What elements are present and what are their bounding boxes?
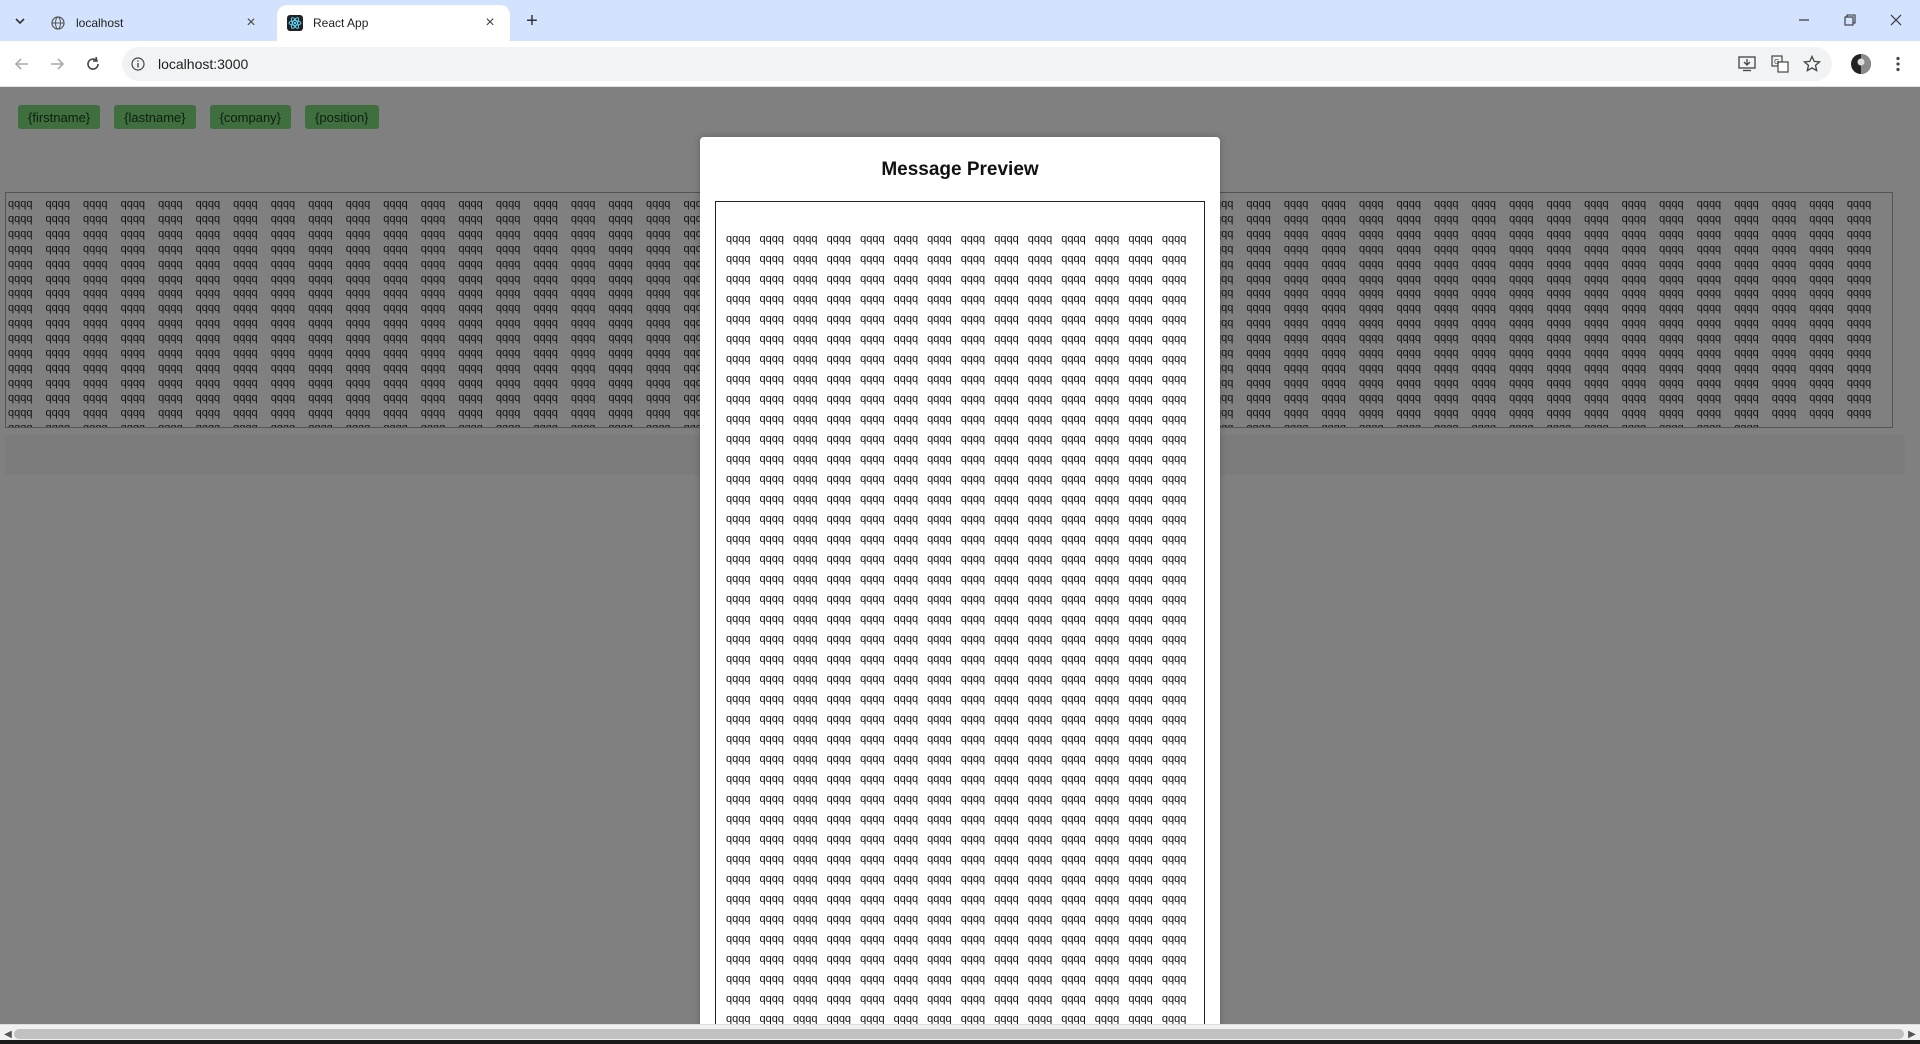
preview-line: qqqq qqqq qqqq qqqq qqqq qqqq qqqq qqqq … <box>726 933 1187 945</box>
preview-line: qqqq qqqq qqqq qqqq qqqq qqqq qqqq qqqq … <box>726 553 1187 565</box>
preview-line: qqqq qqqq qqqq qqqq qqqq qqqq qqqq qqqq … <box>726 333 1187 345</box>
message-preview-modal: Message Preview qqqq qqqq qqqq qqqq qqqq… <box>700 137 1220 1032</box>
react-logo-icon <box>287 15 303 31</box>
preview-line: qqqq qqqq qqqq qqqq qqqq qqqq qqqq qqqq … <box>726 793 1187 805</box>
token-company[interactable]: {company} <box>209 105 292 129</box>
preview-line: qqqq qqqq qqqq qqqq qqqq qqqq qqqq qqqq … <box>726 833 1187 845</box>
preview-line: qqqq qqqq qqqq qqqq qqqq qqqq qqqq qqqq … <box>726 773 1187 785</box>
reload-icon[interactable] <box>79 50 107 78</box>
preview-line: qqqq qqqq qqqq qqqq qqqq qqqq qqqq qqqq … <box>726 613 1187 625</box>
preview-line: qqqq qqqq qqqq qqqq qqqq qqqq qqqq qqqq … <box>726 893 1187 905</box>
preview-line: qqqq qqqq qqqq qqqq qqqq qqqq qqqq qqqq … <box>726 733 1187 745</box>
token-position[interactable]: {position} <box>305 105 379 129</box>
preview-line: qqqq qqqq qqqq qqqq qqqq qqqq qqqq qqqq … <box>726 413 1187 425</box>
avatar[interactable] <box>1849 52 1873 76</box>
preview-line: qqqq qqqq qqqq qqqq qqqq qqqq qqqq qqqq … <box>726 993 1187 1005</box>
preview-line: qqqq qqqq qqqq qqqq qqqq qqqq qqqq qqqq … <box>726 953 1187 965</box>
preview-line: qqqq qqqq qqqq qqqq qqqq qqqq qqqq qqqq … <box>726 313 1187 325</box>
close-window-icon[interactable] <box>1882 8 1910 32</box>
preview-line: qqqq qqqq qqqq qqqq qqqq qqqq qqqq qqqq … <box>726 913 1187 925</box>
tab-search-button[interactable] <box>8 9 32 33</box>
preview-line: qqqq qqqq qqqq qqqq qqqq qqqq qqqq qqqq … <box>726 853 1187 865</box>
preview-line: qqqq qqqq qqqq qqqq qqqq qqqq qqqq qqqq … <box>726 573 1187 585</box>
restore-icon[interactable] <box>1836 8 1864 32</box>
install-app-icon[interactable] <box>1735 52 1759 76</box>
preview-line: qqqq qqqq qqqq qqqq qqqq qqqq qqqq qqqq … <box>726 873 1187 885</box>
bookmark-star-icon[interactable] <box>1800 52 1824 76</box>
preview-line: qqqq qqqq qqqq qqqq qqqq qqqq qqqq qqqq … <box>726 273 1187 285</box>
preview-line: qqqq qqqq qqqq qqqq qqqq qqqq qqqq qqqq … <box>726 373 1187 385</box>
svg-text:G: G <box>1774 58 1779 66</box>
preview-line: qqqq qqqq qqqq qqqq qqqq qqqq qqqq qqqq … <box>726 813 1187 825</box>
chevron-down-icon <box>15 18 25 25</box>
preview-line: qqqq qqqq qqqq qqqq qqqq qqqq qqqq qqqq … <box>726 433 1187 445</box>
back-icon[interactable] <box>8 50 36 78</box>
preview-line: qqqq qqqq qqqq qqqq qqqq qqqq qqqq qqqq … <box>726 453 1187 465</box>
preview-line: qqqq qqqq qqqq qqqq qqqq qqqq qqqq qqqq … <box>726 353 1187 365</box>
tab-strip: localhost × React App × + <box>0 0 1920 41</box>
preview-line: qqqq qqqq qqqq qqqq qqqq qqqq qqqq qqqq … <box>726 233 1187 245</box>
preview-line: qqqq qqqq qqqq qqqq qqqq qqqq qqqq qqqq … <box>726 393 1187 405</box>
taskbar-edge <box>0 1040 1920 1044</box>
browser-toolbar: localhost:3000 G <box>0 41 1920 87</box>
preview-line: qqqq qqqq qqqq qqqq qqqq qqqq qqqq qqqq … <box>726 713 1187 725</box>
tab-localhost[interactable]: localhost × <box>40 5 271 41</box>
translate-icon[interactable]: G <box>1768 52 1792 76</box>
close-tab-icon[interactable]: × <box>241 13 261 33</box>
preview-line: qqqq qqqq qqqq qqqq qqqq qqqq qqqq qqqq … <box>726 293 1187 305</box>
token-firstname[interactable]: {firstname} <box>18 105 101 129</box>
preview-line: qqqq qqqq qqqq qqqq qqqq qqqq qqqq qqqq … <box>726 473 1187 485</box>
preview-line: qqqq qqqq qqqq qqqq qqqq qqqq qqqq qqqq … <box>726 653 1187 665</box>
site-info-icon[interactable] <box>130 56 146 72</box>
preview-line: qqqq qqqq qqqq qqqq qqqq qqqq qqqq qqqq … <box>726 533 1187 545</box>
tab-title: localhost <box>76 16 124 30</box>
preview-line: qqqq qqqq qqqq qqqq qqqq qqqq qqqq qqqq … <box>726 973 1187 985</box>
minimize-icon[interactable] <box>1790 8 1818 32</box>
forward-icon[interactable] <box>43 50 71 78</box>
tab-react-app[interactable]: React App × <box>277 5 510 41</box>
preview-line: qqqq qqqq qqqq qqqq qqqq qqqq qqqq qqqq … <box>726 633 1187 645</box>
scrollbar-thumb[interactable] <box>14 1029 1904 1039</box>
tab-title: React App <box>313 16 369 30</box>
scroll-left-icon[interactable]: ◀ <box>2 1028 14 1040</box>
preview-line: qqqq qqqq qqqq qqqq qqqq qqqq qqqq qqqq … <box>726 753 1187 765</box>
close-tab-icon[interactable]: × <box>480 13 500 33</box>
more-menu-icon[interactable] <box>1886 52 1910 76</box>
preview-line: qqqq qqqq qqqq qqqq qqqq qqqq qqqq qqqq … <box>726 593 1187 605</box>
scroll-right-icon[interactable]: ▶ <box>1906 1028 1918 1040</box>
preview-line: qqqq qqqq qqqq qqqq qqqq qqqq qqqq qqqq … <box>726 493 1187 505</box>
message-preview-content: qqqq qqqq qqqq qqqq qqqq qqqq qqqq qqqq … <box>715 201 1205 1032</box>
preview-line: qqqq qqqq qqqq qqqq qqqq qqqq qqqq qqqq … <box>726 693 1187 705</box>
token-lastname[interactable]: {lastname} <box>114 105 196 129</box>
placeholder-token-list: {firstname} {lastname} {company} {positi… <box>18 105 379 129</box>
url-text: localhost:3000 <box>158 56 249 72</box>
address-bar[interactable]: localhost:3000 <box>122 47 1832 81</box>
preview-line: qqqq qqqq qqqq qqqq qqqq qqqq qqqq qqqq … <box>726 673 1187 685</box>
preview-line: qqqq qqqq qqqq qqqq qqqq qqqq qqqq qqqq … <box>726 513 1187 525</box>
globe-icon <box>50 15 66 31</box>
preview-line: qqqq qqqq qqqq qqqq qqqq qqqq qqqq qqqq … <box>726 253 1187 265</box>
new-tab-button[interactable]: + <box>520 9 544 33</box>
modal-title: Message Preview <box>881 159 1039 180</box>
